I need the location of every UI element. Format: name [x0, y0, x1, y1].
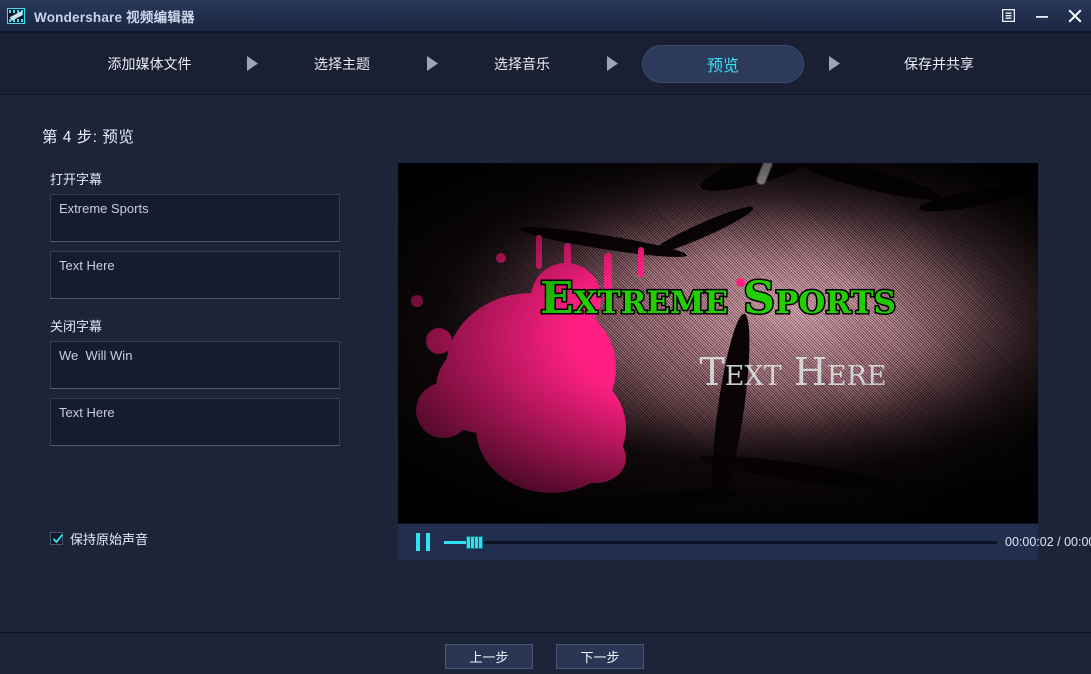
menu-icon[interactable]: [992, 0, 1025, 32]
close-caption-field-1[interactable]: We Will Win: [50, 341, 340, 389]
minimize-icon[interactable]: [1025, 0, 1058, 32]
video-preview[interactable]: Extreme Sports Text Here 00:00:02 / 00:0…: [398, 163, 1091, 560]
triangle-right-icon: [222, 55, 282, 72]
open-caption-field-1[interactable]: Extreme Sports: [50, 194, 340, 242]
checkbox-box[interactable]: [50, 532, 64, 545]
step-preview[interactable]: 预览: [642, 44, 804, 83]
previous-step-button[interactable]: 上一步: [445, 644, 533, 669]
page-title: 第 4 步: 预览: [42, 129, 135, 146]
app-title: Wondershare 视频编辑器: [34, 9, 195, 25]
step-choose-music[interactable]: 选择音乐: [462, 54, 582, 74]
pause-icon[interactable]: [416, 533, 430, 551]
film-strip-icon: [7, 7, 25, 24]
step-navigation: 添加媒体文件 选择主题 选择音乐 预览 保存并共享: [0, 32, 1091, 95]
player-controls: 00:00:02 / 00:00:45: [398, 523, 1091, 560]
step-save-and-share[interactable]: 保存并共享: [864, 54, 1014, 74]
caption-panel: 打开字幕 Extreme Sports Text Here 关闭字幕 We Wi…: [50, 169, 340, 455]
step-add-media[interactable]: 添加媒体文件: [77, 54, 222, 74]
seek-slider[interactable]: [444, 533, 997, 551]
triangle-right-icon: [804, 55, 864, 72]
main-content: 第 4 步: 预览 打开字幕 Extreme Sports Text Here …: [0, 95, 1091, 632]
keep-original-audio-checkbox[interactable]: 保持原始声音: [50, 529, 148, 548]
close-captions-label: 关闭字幕: [50, 319, 103, 334]
step-preview-label: 预览: [706, 57, 739, 75]
open-caption-field-2[interactable]: Text Here: [50, 251, 340, 299]
video-frame[interactable]: Extreme Sports Text Here: [398, 163, 1038, 523]
video-vignette: [398, 163, 1038, 523]
close-caption-field-2[interactable]: Text Here: [50, 398, 340, 446]
window-controls: [992, 0, 1091, 32]
footer-bar: 上一步 下一步: [0, 632, 1091, 674]
close-icon[interactable]: [1058, 0, 1091, 32]
open-captions-label: 打开字幕: [50, 172, 103, 187]
next-step-button[interactable]: 下一步: [556, 644, 644, 669]
check-icon: [52, 534, 64, 544]
keep-original-audio-label: 保持原始声音: [70, 532, 149, 547]
time-display: 00:00:02 / 00:00:45: [1005, 535, 1091, 549]
triangle-right-icon: [402, 55, 462, 72]
step-choose-theme[interactable]: 选择主题: [282, 54, 402, 74]
title-bar: Wondershare 视频编辑器: [0, 0, 1091, 32]
seek-handle[interactable]: [466, 536, 483, 549]
triangle-right-icon: [582, 55, 642, 72]
